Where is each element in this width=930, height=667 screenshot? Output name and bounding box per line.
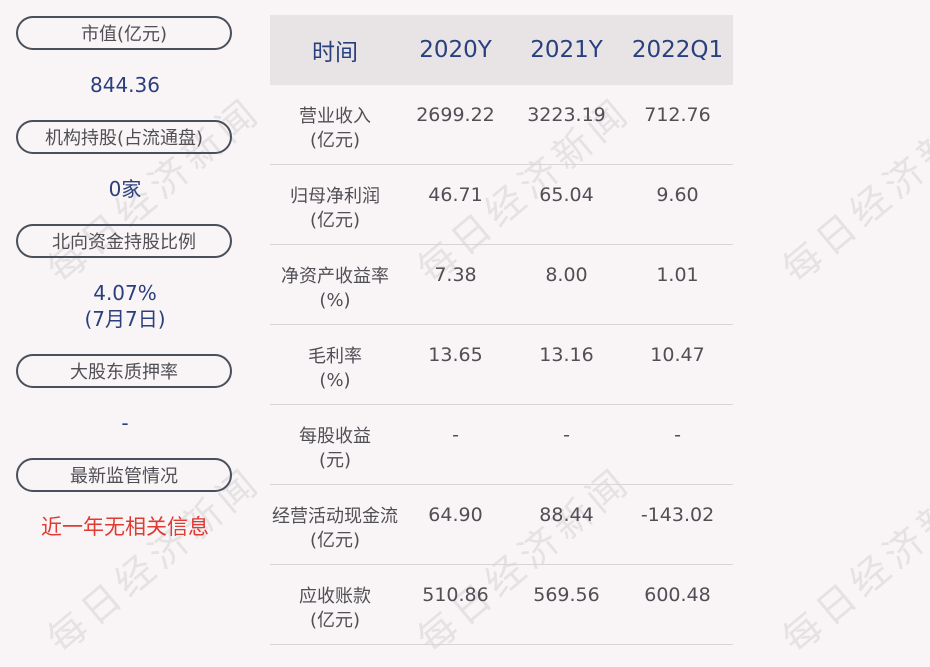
row-label-text: 营业收入: [299, 106, 371, 127]
row-label-text: 归母净利润: [290, 186, 380, 207]
table-row: 净资产收益率 (%) 7.38 8.00 1.01: [270, 245, 733, 325]
row-unit: (亿元): [309, 210, 361, 231]
row-label-text: 经营活动现金流: [272, 506, 398, 527]
cell-value: 2699.22: [416, 104, 495, 126]
cell-value: 9.60: [656, 184, 699, 206]
row-unit: (元): [318, 450, 352, 471]
table-row: 营业收入 (亿元) 2699.22 3223.19 712.76: [270, 85, 733, 165]
label-pledge-ratio: 大股东质押率: [16, 354, 232, 388]
value-northbound-ratio: 4.07%: [93, 281, 157, 305]
row-label-text: 每股收益: [299, 426, 371, 447]
cell-value: 13.16: [539, 344, 594, 366]
cell-value: 3223.19: [527, 104, 606, 126]
header-2020y: 2020Y: [419, 37, 492, 63]
row-unit: (亿元): [309, 130, 361, 151]
value-pledge-ratio: -: [121, 411, 129, 435]
header-2021y: 2021Y: [530, 37, 603, 63]
financial-table: 时间 2020Y 2021Y 2022Q1 营业收入 (亿元) 2699.22 3…: [270, 15, 733, 645]
row-unit: (%): [319, 290, 351, 311]
row-label-text: 净资产收益率: [281, 266, 389, 287]
header-time: 时间: [312, 40, 358, 66]
table-row: 归母净利润 (亿元) 46.71 65.04 9.60: [270, 165, 733, 245]
cell-value: 600.48: [644, 584, 711, 606]
row-label: 经营活动现金流 (亿元): [270, 485, 400, 564]
label-northbound-ratio: 北向资金持股比例: [16, 224, 232, 258]
cell-value: 46.71: [428, 184, 483, 206]
row-unit: (%): [319, 370, 351, 391]
row-label: 营业收入 (亿元): [270, 85, 400, 164]
table-header: 时间 2020Y 2021Y 2022Q1: [270, 15, 733, 85]
cell-value: 569.56: [533, 584, 600, 606]
cell-value: 10.47: [650, 344, 705, 366]
cell-value: 88.44: [539, 504, 594, 526]
row-label: 归母净利润 (亿元): [270, 165, 400, 244]
watermark: 每日经济新闻: [773, 88, 930, 292]
value-market-cap: 844.36: [90, 73, 160, 97]
row-label: 净资产收益率 (%): [270, 245, 400, 324]
cell-value: 64.90: [428, 504, 483, 526]
table-row: 经营活动现金流 (亿元) 64.90 88.44 -143.02: [270, 485, 733, 565]
cell-value: 712.76: [644, 104, 711, 126]
cell-value: -: [563, 424, 570, 446]
value-regulatory-status: 近一年无相关信息: [41, 515, 209, 539]
summary-panel: 市值(亿元) 844.36 机构持股(占流通盘) 0家 北向资金持股比例 4.0…: [0, 0, 250, 667]
table-row: 每股收益 (元) - - -: [270, 405, 733, 485]
value-institutional-holding: 0家: [108, 177, 142, 201]
value-northbound-date: (7月7日): [84, 307, 166, 331]
row-label-text: 毛利率: [308, 346, 362, 367]
cell-value: -: [674, 424, 681, 446]
cell-value: -: [452, 424, 459, 446]
label-market-cap: 市值(亿元): [16, 16, 232, 50]
row-unit: (亿元): [309, 610, 361, 631]
cell-value: -143.02: [640, 504, 715, 526]
cell-value: 510.86: [422, 584, 489, 606]
cell-value: 13.65: [428, 344, 483, 366]
table-row: 毛利率 (%) 13.65 13.16 10.47: [270, 325, 733, 405]
watermark: 每日经济新闻: [773, 458, 930, 662]
header-2022q1: 2022Q1: [631, 37, 724, 63]
cell-value: 8.00: [545, 264, 588, 286]
row-label-text: 应收账款: [299, 586, 371, 607]
label-institutional-holding: 机构持股(占流通盘): [16, 120, 232, 154]
cell-value: 7.38: [434, 264, 477, 286]
label-regulatory-status: 最新监管情况: [16, 458, 232, 492]
table-row: 应收账款 (亿元) 510.86 569.56 600.48: [270, 565, 733, 645]
row-label: 每股收益 (元): [270, 405, 400, 484]
cell-value: 1.01: [656, 264, 699, 286]
row-label: 毛利率 (%): [270, 325, 400, 404]
row-label: 应收账款 (亿元): [270, 565, 400, 644]
cell-value: 65.04: [539, 184, 594, 206]
row-unit: (亿元): [309, 530, 361, 551]
